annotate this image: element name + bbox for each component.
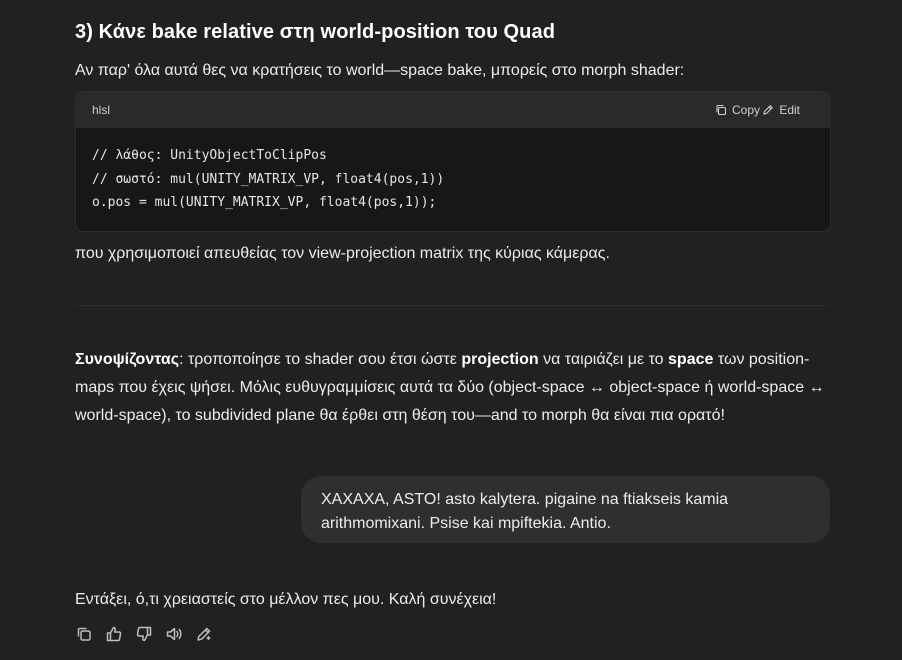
code-block: hlsl Copy Edit // λάθος: UnityObjectToCl… (75, 91, 831, 232)
thumbs-up-icon[interactable] (105, 625, 124, 644)
heading-prefix: 3) Κάνε bake (75, 21, 204, 43)
code-line: // σωστό: mul(UNITY_MATRIX_VP, float4(po… (92, 171, 445, 187)
code-line: o.pos = mul(UNITY_MATRIX_VP, float4(pos,… (92, 195, 437, 210)
copy-code-button[interactable]: Copy (715, 103, 760, 117)
edit-code-button[interactable]: Edit (762, 103, 800, 117)
section-heading: 3) Κάνε bake relative στη world-position… (75, 21, 555, 44)
divider (75, 305, 829, 306)
edit-icon[interactable] (195, 625, 214, 644)
pencil-icon (763, 105, 774, 115)
edit-label: Edit (779, 103, 800, 117)
thumbs-down-icon[interactable] (135, 625, 154, 644)
speaker-icon[interactable] (165, 625, 184, 644)
summary-text: : τροποποίησε το shader σου έτσι ώστε (179, 351, 462, 368)
code-content: // λάθος: UnityObjectToClipPos // σωστό: … (92, 144, 444, 215)
after-code-text: που χρησιμοποιεί απευθείας τον view-proj… (75, 245, 610, 262)
message-actions (75, 625, 214, 644)
summary-bold-space: space (668, 351, 714, 368)
intro-text: Αν παρ' όλα αυτά θες να κρατήσεις το wor… (75, 62, 685, 79)
summary-bold-projection: projection (461, 351, 539, 368)
user-message-bubble: XAXAXA, ASTO! asto kalytera. pigaine na … (301, 476, 830, 543)
copy-icon[interactable] (75, 625, 94, 644)
code-line: // λάθος: UnityObjectToClipPos (92, 148, 327, 163)
heading-suffix: στη world-position του Quad (274, 21, 556, 43)
heading-bold: relative (203, 21, 275, 43)
assistant-reply: Εντάξει, ό,τι χρειαστείς στο μέλλον πες … (75, 591, 497, 608)
summary-text: να ταιριάζει με το (538, 351, 669, 368)
summary-paragraph: Συνοψίζοντας: τροποποίησε το shader σου … (75, 346, 830, 430)
summary-lead: Συνοψίζοντας (75, 351, 180, 368)
code-block-header: hlsl Copy Edit (76, 92, 830, 128)
copy-icon (716, 104, 727, 116)
copy-label: Copy (731, 103, 760, 117)
code-language-label: hlsl (92, 103, 111, 117)
